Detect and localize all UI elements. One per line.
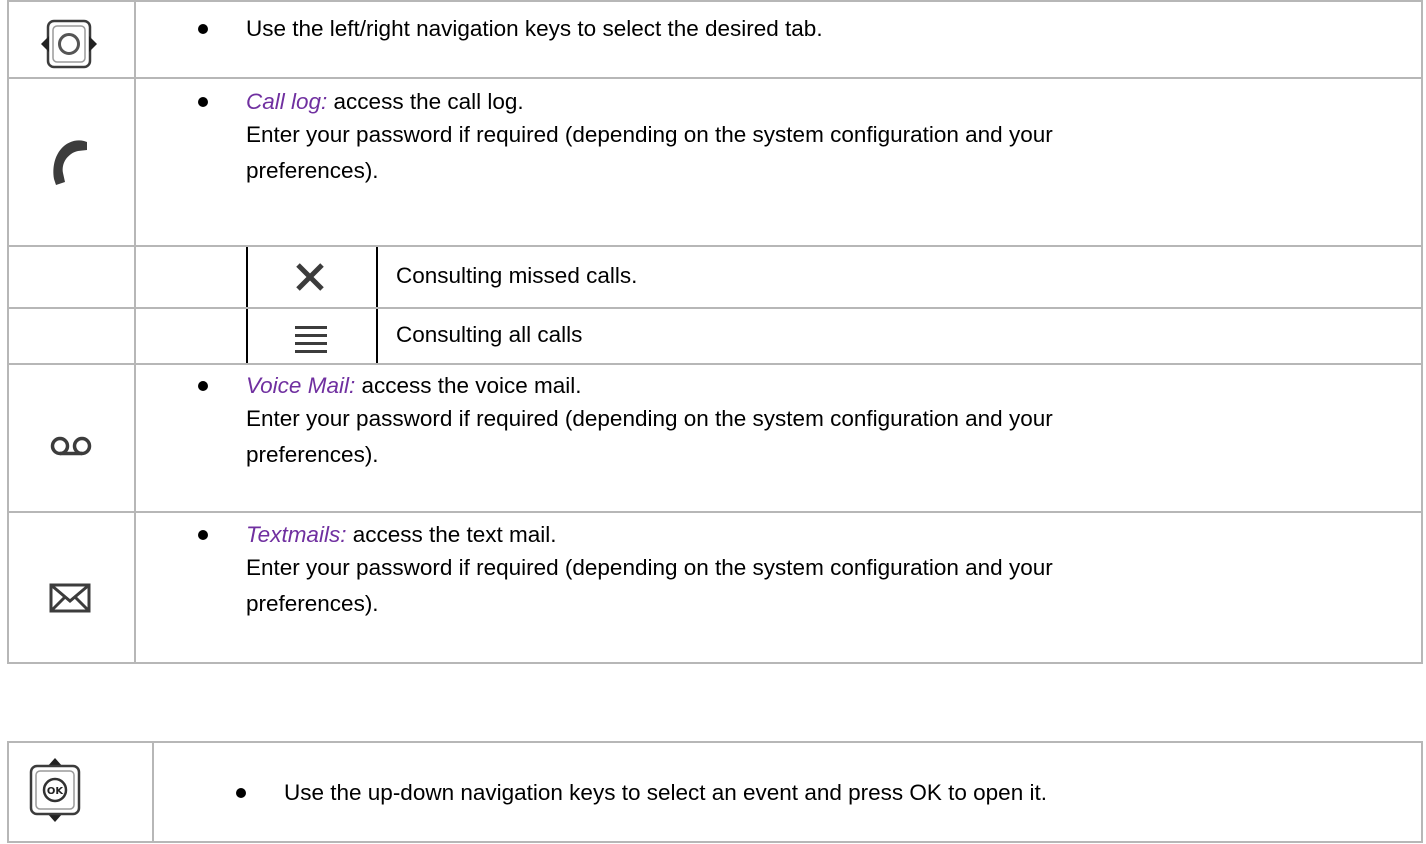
table-row-textmails: Textmails: access the text mail. Enter y… [7,511,1423,664]
sub-table-cell: Consulting all calls [134,307,1423,365]
all-calls-text: Consulting all calls [396,322,583,347]
icon-cell [7,511,136,664]
text-cell: Call log: access the call log. Enter you… [134,77,1423,247]
list-lines-icon [295,326,327,353]
textmails-line: Textmails: access the text mail. [246,518,557,551]
up-down-text: Use the up-down navigation keys to selec… [284,780,1047,805]
ok-instructions-table: OK Use the up-down navigation keys to se… [7,741,1423,843]
sub-icon-box [246,247,378,307]
text-cell: Textmails: access the text mail. Enter y… [134,511,1423,664]
ok-key-label: OK [47,786,65,797]
table-row-call-log: Call log: access the call log. Enter you… [7,77,1423,247]
bullet-dot [198,530,208,540]
bullet-dot [236,788,246,798]
icon-cell [7,245,136,309]
textmails-line2: Enter your password if required (dependi… [246,555,1053,580]
icon-cell: OK [7,741,154,843]
icon-cell [7,77,136,247]
voice-mail-line2: Enter your password if required (dependi… [246,406,1053,431]
textmails-text: access the text mail. [346,522,557,547]
sub-icon-box [246,309,378,363]
icon-cell [7,307,136,365]
bullet-dot [198,24,208,34]
call-log-text: access the call log. [327,89,524,114]
text-cell: Use the up-down navigation keys to selec… [152,741,1423,843]
table-row-voice-mail: Voice Mail: access the voice mail. Enter… [7,363,1423,513]
bullet-dot [198,97,208,107]
voice-mail-line: Voice Mail: access the voice mail. [246,369,582,402]
text-cell: Voice Mail: access the voice mail. Enter… [134,363,1423,513]
instructions-table: Use the left/right navigation keys to se… [7,0,1423,664]
text-cell: Use the left/right navigation keys to se… [134,0,1423,79]
textmails-term: Textmails: [246,522,347,547]
sub-table-cell: Consulting missed calls. [134,245,1423,309]
call-log-line2: Enter your password if required (dependi… [246,122,1053,147]
left-right-navigation-key-icon [41,19,97,69]
bullet-dot [198,381,208,391]
table-row-navigation: Use the left/right navigation keys to se… [7,0,1423,79]
navigation-text: Use the left/right navigation keys to se… [246,16,823,41]
icon-cell [7,0,136,79]
cross-icon [296,263,324,291]
voice-mail-text: access the voice mail. [355,373,582,398]
table-row-all-calls: Consulting all calls [7,307,1423,365]
call-log-line3: preferences). [246,158,379,183]
call-log-line: Call log: access the call log. [246,85,524,118]
missed-calls-text: Consulting missed calls. [396,263,638,288]
up-down-navigation-ok-key-icon: OK [29,758,81,822]
table-row-up-down: OK Use the up-down navigation keys to se… [7,741,1423,843]
voice-mail-line3: preferences). [246,442,379,467]
voice-mail-term: Voice Mail: [246,373,356,398]
table-row-missed-calls: Consulting missed calls. [7,245,1423,309]
voicemail-icon [50,436,92,456]
call-log-term: Call log: [246,89,328,114]
icon-cell [7,363,136,513]
phone-handset-icon [53,140,87,185]
textmails-line3: preferences). [246,591,379,616]
envelope-icon [49,583,91,613]
